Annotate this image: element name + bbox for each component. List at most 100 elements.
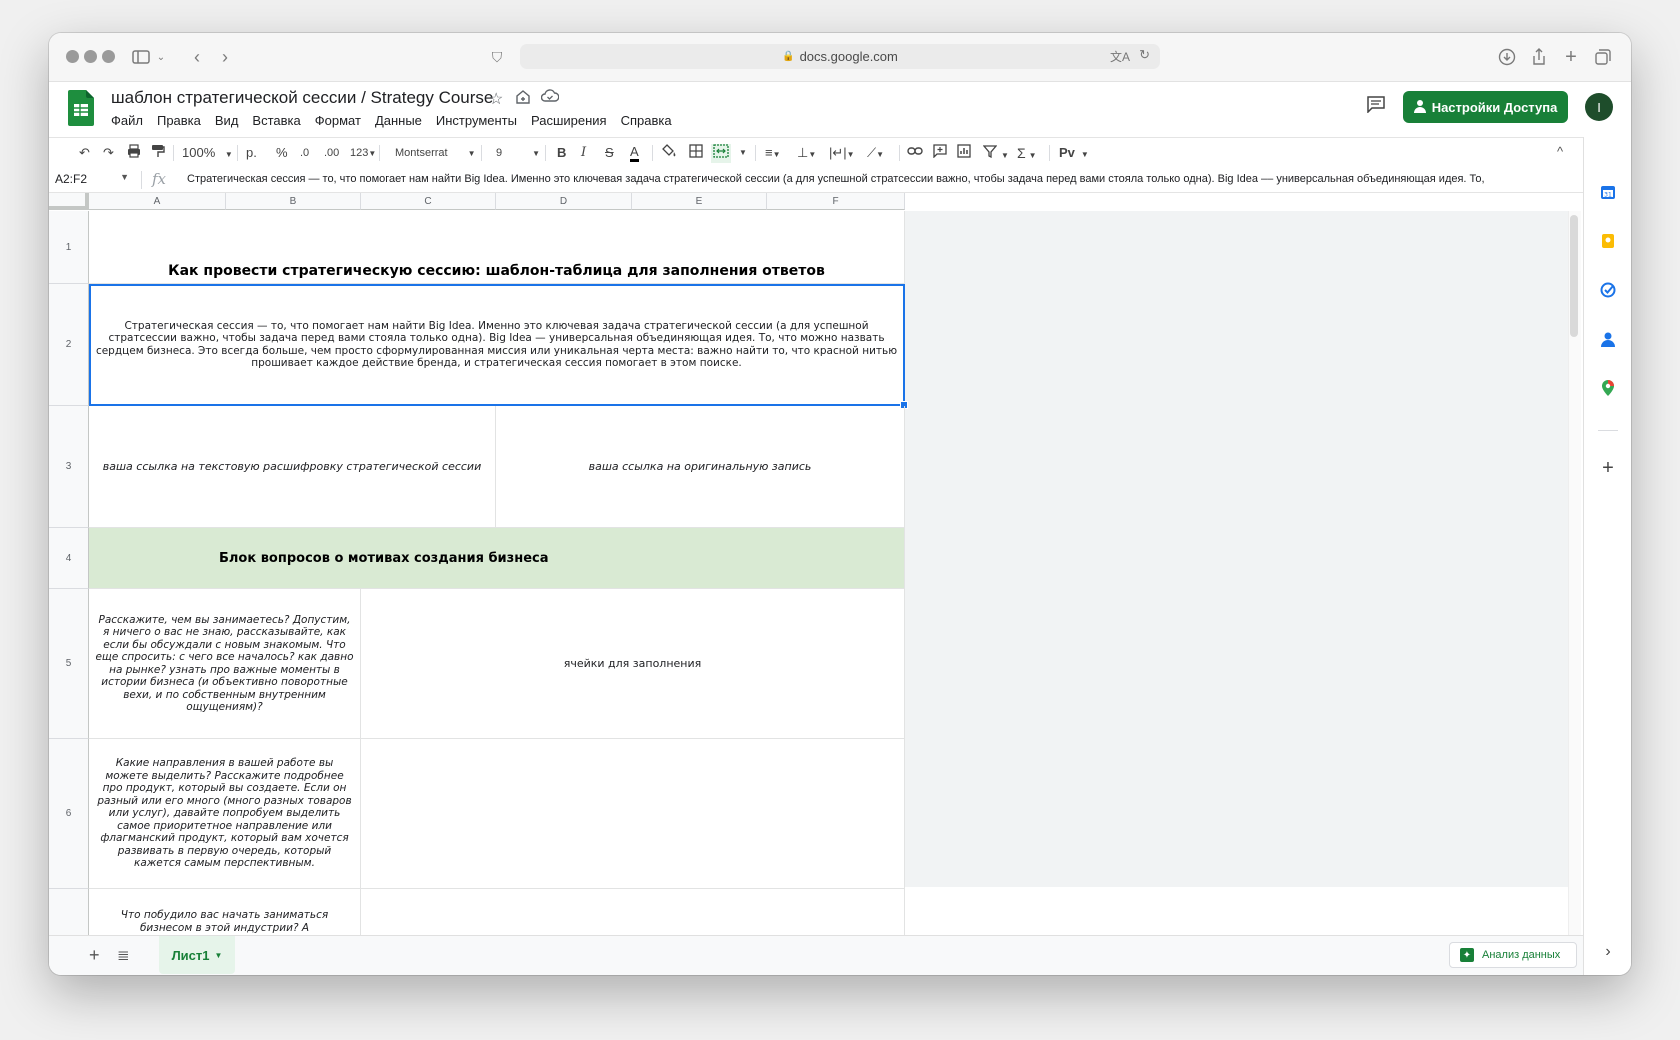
decrease-decimal-button[interactable]: .0: [300, 144, 309, 162]
name-box[interactable]: A2:F2 ▼: [55, 172, 129, 186]
cell-recording-link[interactable]: ваша ссылка на оригинальную запись: [496, 406, 905, 528]
italic-button[interactable]: I: [581, 144, 586, 162]
minimize-window-button[interactable]: [84, 50, 97, 63]
column-header-e[interactable]: E: [632, 193, 767, 210]
select-all-corner[interactable]: [49, 193, 89, 210]
calendar-icon[interactable]: 31: [1599, 183, 1617, 201]
cloud-icon[interactable]: [540, 89, 560, 108]
plus-icon[interactable]: +: [1599, 457, 1617, 479]
all-sheets-icon[interactable]: ≣: [117, 946, 130, 964]
column-header-d[interactable]: D: [496, 193, 632, 210]
column-header-c[interactable]: C: [361, 193, 496, 210]
document-title[interactable]: шаблон стратегической сессии / Strategy …: [111, 88, 493, 108]
cell-answer-3[interactable]: [361, 889, 905, 935]
bold-button[interactable]: B: [557, 144, 566, 162]
text-color-button[interactable]: A: [630, 144, 639, 162]
number-format-select[interactable]: 123▼: [350, 144, 376, 163]
maps-icon[interactable]: [1599, 379, 1617, 397]
increase-decimal-button[interactable]: .00: [324, 144, 339, 162]
address-bar[interactable]: 🔒 docs.google.com 文A ↻: [520, 44, 1160, 69]
fill-color-icon[interactable]: [661, 144, 677, 163]
collapse-toolbar-icon[interactable]: ^: [1557, 144, 1563, 159]
formula-input[interactable]: Стратегическая сессия — то, что помогает…: [187, 173, 1577, 185]
input-tools-icon[interactable]: Рv ▼: [1059, 144, 1089, 164]
move-icon[interactable]: [515, 89, 531, 110]
chart-icon[interactable]: [957, 144, 971, 163]
chevron-down-icon[interactable]: ⌄: [149, 45, 173, 69]
menu-format[interactable]: Формат: [315, 113, 369, 128]
font-select[interactable]: Montserrat ▼: [395, 144, 476, 163]
add-comment-icon[interactable]: [933, 144, 947, 163]
cell-description[interactable]: Стратегическая сессия — то, что помогает…: [89, 284, 905, 406]
contacts-icon[interactable]: [1599, 330, 1617, 348]
menu-edit[interactable]: Правка: [157, 113, 209, 128]
wrap-icon[interactable]: |↵|▼: [829, 144, 855, 164]
tabs-overview-icon[interactable]: [1591, 45, 1615, 69]
cell-section-header[interactable]: Блок вопросов о мотивах создания бизнеса: [89, 528, 905, 589]
star-icon[interactable]: ☆: [489, 89, 503, 109]
cell-question-2[interactable]: Какие направления в вашей работе вы може…: [89, 739, 361, 889]
paint-format-icon[interactable]: [151, 144, 165, 163]
row-header-5[interactable]: 5: [49, 589, 89, 739]
menu-data[interactable]: Данные: [375, 113, 430, 128]
currency-format-button[interactable]: р.: [246, 144, 257, 162]
link-icon[interactable]: [907, 144, 923, 163]
valign-icon[interactable]: ⊥▼: [797, 144, 816, 164]
zoom-select[interactable]: 100% ▼: [182, 144, 233, 164]
cell-answer-1[interactable]: ячейки для заполнения: [361, 589, 905, 739]
forward-icon[interactable]: ›: [213, 45, 237, 69]
row-header-7[interactable]: [49, 889, 89, 935]
row-header-4[interactable]: 4: [49, 528, 89, 589]
print-icon[interactable]: [127, 144, 141, 163]
column-header-b[interactable]: B: [226, 193, 361, 210]
comment-icon[interactable]: [1366, 95, 1386, 119]
sheets-logo-icon[interactable]: [68, 90, 94, 126]
vertical-scrollbar-thumb[interactable]: [1570, 215, 1578, 337]
row-header-2[interactable]: 2: [49, 284, 89, 406]
menu-help[interactable]: Справка: [621, 113, 680, 128]
column-header-f[interactable]: F: [767, 193, 905, 210]
chevron-down-icon[interactable]: ▼: [739, 144, 747, 162]
percent-format-button[interactable]: %: [276, 144, 288, 162]
menu-file[interactable]: Файл: [111, 113, 151, 128]
filter-icon[interactable]: ▼: [982, 144, 1009, 165]
share-icon[interactable]: [1527, 45, 1551, 69]
menu-tools[interactable]: Инструменты: [436, 113, 525, 128]
column-header-a[interactable]: A: [89, 193, 226, 210]
row-header-1[interactable]: 1: [49, 211, 89, 284]
row-header-3[interactable]: 3: [49, 406, 89, 528]
translate-icon[interactable]: 文A: [1110, 48, 1130, 65]
functions-icon[interactable]: Σ ▼: [1017, 144, 1037, 165]
redo-icon[interactable]: ↷: [103, 144, 114, 162]
rotate-icon[interactable]: ⟋▼: [867, 144, 884, 164]
cell-title[interactable]: Как провести стратегическую сессию: шабл…: [89, 211, 905, 284]
cell-answer-2[interactable]: [361, 739, 905, 889]
align-icon[interactable]: ≡▼: [765, 144, 781, 164]
tasks-icon[interactable]: [1599, 281, 1617, 299]
reload-icon[interactable]: ↻: [1139, 47, 1150, 63]
strikethrough-button[interactable]: S: [605, 144, 614, 162]
cell-question-1[interactable]: Расскажите, чем вы занимаетесь? Допустим…: [89, 589, 361, 739]
expand-panel-icon[interactable]: ›: [1599, 943, 1617, 961]
avatar[interactable]: I: [1585, 93, 1613, 121]
menu-view[interactable]: Вид: [215, 113, 247, 128]
merge-icon[interactable]: [711, 144, 731, 163]
menu-extensions[interactable]: Расширения: [531, 113, 615, 128]
zoom-window-button[interactable]: [102, 50, 115, 63]
borders-icon[interactable]: [689, 144, 703, 163]
download-icon[interactable]: [1495, 45, 1519, 69]
back-icon[interactable]: ‹: [185, 45, 209, 69]
new-tab-icon[interactable]: +: [1559, 45, 1583, 69]
keep-icon[interactable]: [1599, 232, 1617, 250]
menu-insert[interactable]: Вставка: [252, 113, 308, 128]
row-header-6[interactable]: 6: [49, 739, 89, 889]
cell-question-3[interactable]: Что побудило вас начать заниматься бизне…: [89, 889, 361, 935]
undo-icon[interactable]: ↶: [79, 144, 90, 162]
sheet-tab-1[interactable]: Лист1 ▼: [159, 936, 235, 974]
add-sheet-icon[interactable]: +: [89, 945, 100, 966]
explore-button[interactable]: ✦ Анализ данных: [1449, 942, 1577, 968]
close-window-button[interactable]: [66, 50, 79, 63]
share-button[interactable]: Настройки Доступа: [1403, 91, 1568, 123]
cell-transcript-link[interactable]: ваша ссылка на текстовую расшифровку стр…: [89, 406, 496, 528]
font-size-select[interactable]: 9 ▼: [496, 144, 540, 163]
